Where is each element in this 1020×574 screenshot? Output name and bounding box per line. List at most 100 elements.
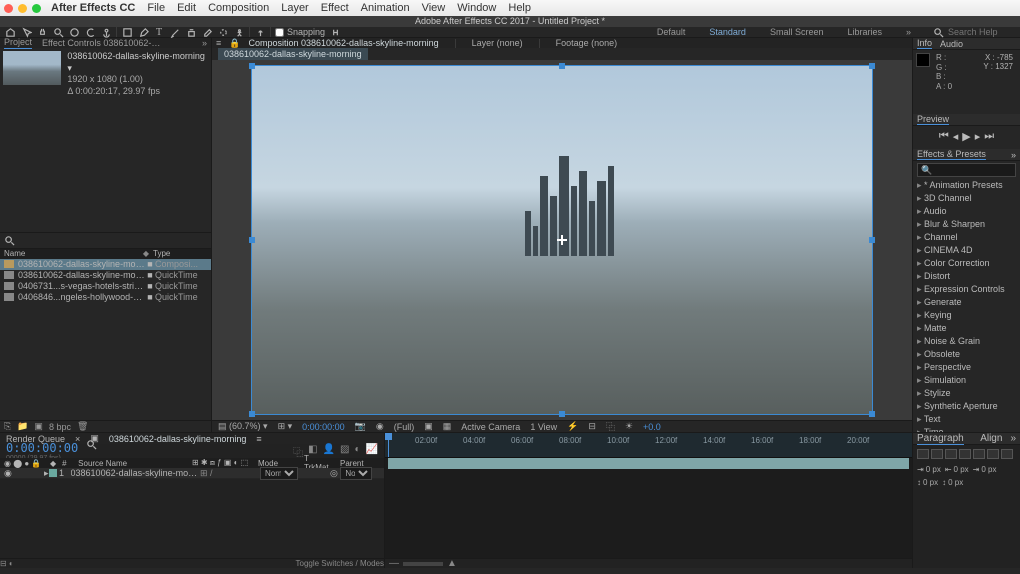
fx-category[interactable]: Generate: [913, 296, 1020, 309]
tab-footage[interactable]: Footage (none): [556, 38, 618, 48]
pickwhip-icon[interactable]: ◎: [330, 468, 338, 478]
indent-right[interactable]: ⇥ 0 px: [973, 465, 997, 474]
parent-select[interactable]: None: [340, 467, 372, 480]
space-after[interactable]: ↕ 0 px: [942, 478, 963, 487]
align-center-icon[interactable]: [931, 449, 943, 459]
fx-category[interactable]: * Animation Presets: [913, 179, 1020, 192]
menu-effect[interactable]: Effect: [321, 2, 349, 14]
align-right-icon[interactable]: [945, 449, 957, 459]
proj-item-footage[interactable]: 038610062-dallas-skyline-morning.mov ■ Q…: [0, 270, 211, 281]
traffic-close-icon[interactable]: [4, 4, 13, 13]
current-timecode[interactable]: 0:00:00:00: [6, 441, 78, 455]
text-tool-icon[interactable]: T: [153, 27, 165, 37]
tab-align[interactable]: Align: [980, 433, 1002, 444]
justify-all-icon[interactable]: [1001, 449, 1013, 459]
roi-icon[interactable]: ▣: [424, 421, 433, 432]
fx-category[interactable]: Channel: [913, 231, 1020, 244]
graph-editor-icon[interactable]: 📈: [366, 444, 378, 459]
anchor-tool-icon[interactable]: [100, 27, 112, 37]
bpc-button[interactable]: 8 bpc: [49, 422, 71, 432]
play-button[interactable]: ▶: [962, 130, 970, 143]
ws-libraries[interactable]: Libraries: [837, 27, 892, 37]
resolution-dropdown[interactable]: (Full): [394, 422, 415, 432]
fx-category[interactable]: Stylize: [913, 387, 1020, 400]
snapping-toggle[interactable]: Snapping: [275, 27, 325, 37]
effects-search-input[interactable]: [917, 163, 1016, 177]
resolution-menu[interactable]: ⊞ ▾: [278, 421, 293, 432]
fx-category[interactable]: Blur & Sharpen: [913, 218, 1020, 231]
snapshot-icon[interactable]: 📷: [355, 421, 366, 432]
next-frame-icon[interactable]: ▸: [975, 130, 981, 143]
zoom-tool-icon[interactable]: [52, 27, 64, 37]
zoom-dropdown[interactable]: ▤ (60.7%) ▾: [218, 421, 268, 432]
new-folder-icon[interactable]: 📁: [17, 421, 28, 432]
menu-view[interactable]: View: [422, 2, 446, 14]
toggle-switches-icon[interactable]: ⊟ ◐: [0, 559, 14, 568]
fx-category[interactable]: Perspective: [913, 361, 1020, 374]
brush-tool-icon[interactable]: [169, 27, 181, 37]
lock-icon[interactable]: 🔒: [229, 38, 240, 49]
fx-category[interactable]: Expression Controls: [913, 283, 1020, 296]
fx-category[interactable]: Keying: [913, 309, 1020, 322]
tab-effects-presets[interactable]: Effects & Presets: [917, 149, 986, 160]
channel-icon[interactable]: ◉: [376, 421, 384, 432]
menu-animation[interactable]: Animation: [361, 2, 410, 14]
menu-file[interactable]: File: [147, 2, 165, 14]
menu-help[interactable]: Help: [508, 2, 531, 14]
orbit-camera-icon[interactable]: [68, 27, 80, 37]
timeline-layer-row[interactable]: ◉ ▸ 1 038610062-dallas-skyline-morning.m…: [0, 468, 384, 479]
fx-category[interactable]: 3D Channel: [913, 192, 1020, 205]
justify-right-icon[interactable]: [987, 449, 999, 459]
label-header-icon[interactable]: ◆: [143, 249, 149, 258]
indent-first[interactable]: ⇤ 0 px: [945, 465, 969, 474]
fx-category[interactable]: Synthetic Aperture: [913, 400, 1020, 413]
local-axis-icon[interactable]: [254, 27, 266, 37]
fx-category[interactable]: CINEMA 4D: [913, 244, 1020, 257]
fx-category[interactable]: Obsolete: [913, 348, 1020, 361]
exposure-value[interactable]: +0.0: [643, 422, 661, 432]
project-search[interactable]: [0, 232, 211, 249]
motion-blur-icon[interactable]: ◐: [355, 444, 361, 459]
timeline-toggle-icon[interactable]: ⊟: [588, 421, 596, 432]
zoom-in-icon[interactable]: ▲: [447, 558, 457, 569]
panel-menu-icon[interactable]: »: [202, 38, 207, 48]
fx-category[interactable]: Time: [913, 426, 1020, 432]
view-dropdown[interactable]: Active Camera: [461, 422, 520, 432]
fx-category[interactable]: Matte: [913, 322, 1020, 335]
new-comp-icon[interactable]: ▣: [34, 421, 43, 432]
timeline-ruler[interactable]: 02:00f04:00f06:00f08:00f10:00f12:00f14:0…: [385, 433, 912, 458]
space-before[interactable]: ↕ 0 px: [917, 478, 938, 487]
last-frame-icon[interactable]: ⏭: [984, 130, 994, 143]
pen-tool-icon[interactable]: [137, 27, 149, 37]
justify-center-icon[interactable]: [973, 449, 985, 459]
zoom-slider[interactable]: [403, 562, 443, 566]
align-left-icon[interactable]: [917, 449, 929, 459]
fx-category[interactable]: Audio: [913, 205, 1020, 218]
composition-viewport[interactable]: [212, 60, 912, 420]
ws-standard[interactable]: Standard: [699, 27, 756, 37]
indent-left[interactable]: ⇥ 0 px: [917, 465, 941, 474]
home-icon[interactable]: [4, 27, 16, 37]
transparency-icon[interactable]: ▦: [443, 421, 452, 432]
ws-smallscreen[interactable]: Small Screen: [760, 27, 834, 37]
zoom-out-icon[interactable]: —: [389, 558, 399, 569]
timeline-tracks[interactable]: [385, 458, 912, 558]
snap-options-icon[interactable]: [329, 27, 341, 37]
layer-clip[interactable]: [388, 458, 909, 469]
time-display[interactable]: 0:00:00:00: [302, 422, 345, 432]
menu-edit[interactable]: Edit: [177, 2, 196, 14]
eraser-tool-icon[interactable]: [201, 27, 213, 37]
proj-item-footage[interactable]: 0406846...ngeles-hollywood-sign-cal.mov …: [0, 292, 211, 303]
tab-info[interactable]: Info: [917, 38, 932, 49]
help-search[interactable]: [925, 27, 1016, 38]
comp-thumbnail[interactable]: [3, 51, 61, 85]
proj-item-footage[interactable]: 0406731...s-vegas-hotels-strip-night.mov…: [0, 281, 211, 292]
tab-paragraph[interactable]: Paragraph: [917, 433, 964, 445]
fx-category[interactable]: Noise & Grain: [913, 335, 1020, 348]
traffic-minimize-icon[interactable]: [18, 4, 27, 13]
tab-composition[interactable]: Composition 038610062-dallas-skyline-mor…: [248, 38, 438, 48]
delete-icon[interactable]: 🗑: [77, 421, 88, 432]
comp-mini-flow-icon[interactable]: ⿻: [293, 444, 303, 459]
ws-default[interactable]: Default: [647, 27, 696, 37]
tab-preview[interactable]: Preview: [917, 114, 949, 125]
